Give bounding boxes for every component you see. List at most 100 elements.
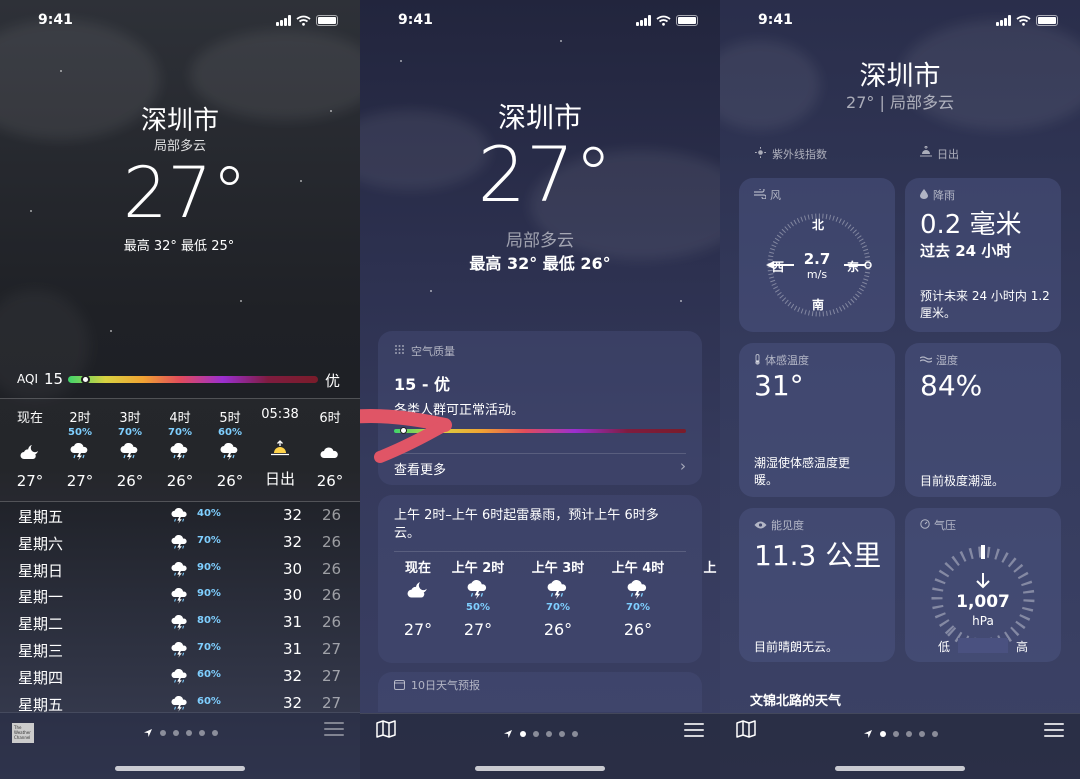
home-indicator <box>115 766 245 771</box>
day-name: 星期日 <box>18 561 64 580</box>
feels-title: 体感温度 <box>765 354 809 367</box>
weather-screen-left: 9:41 深圳市 局部多云 27° 最高 32° 最低 25° AQI 15 优… <box>0 0 360 779</box>
sunrise-icon <box>920 146 932 157</box>
day-low: 26 <box>322 586 342 605</box>
thunderstorm-icon <box>467 580 487 600</box>
wind-unit: m/s <box>806 268 828 281</box>
daily-row[interactable]: 星期一 90% 30 26 <box>0 586 360 613</box>
calendar-icon <box>394 680 405 690</box>
thermometer-icon <box>755 354 760 365</box>
uv-title: 紫外线指数 <box>772 148 827 161</box>
hi-lo: 最高 32° 最低 26° <box>469 254 611 273</box>
day-precip: 70% <box>197 534 221 546</box>
hour-time: 现在 <box>16 411 43 426</box>
pressure-title: 气压 <box>934 519 956 532</box>
day-high: 32 <box>283 666 303 685</box>
condition: 局部多云 <box>506 231 574 251</box>
hour-temp: 26° <box>543 620 573 639</box>
daily-row[interactable]: 星期五 40% 32 26 <box>0 506 360 533</box>
day-precip: 70% <box>197 642 221 653</box>
wind-card[interactable]: 风 北 南 西 东 2.7 m/s <box>739 178 895 332</box>
home-indicator <box>475 766 605 771</box>
thunderstorm-icon <box>171 695 187 712</box>
rain-title: 降雨 <box>933 189 955 202</box>
hourly-item: 2时 50% 27° <box>55 407 105 490</box>
hour-precip: 70% <box>546 602 570 613</box>
subtitle: 27° | 局部多云 <box>846 93 954 112</box>
daily-row[interactable]: 星期四 60% 32 27 <box>0 667 360 694</box>
day-precip: 60% <box>197 668 221 680</box>
day-high: 32 <box>283 693 303 712</box>
aqi-bar <box>68 375 318 384</box>
ten-day-title: 10日天气预报 <box>411 679 480 692</box>
daily-row[interactable]: 星期二 80% 31 26 <box>0 613 360 640</box>
visibility-card[interactable]: 能见度 11.3 公里 目前晴朗无云。 <box>739 508 895 662</box>
status-bar: 9:41 <box>0 12 360 32</box>
raindrop-icon <box>920 189 928 199</box>
location-weather-title: 文锦北路的天气 <box>750 694 842 709</box>
hour-temp: 26° <box>216 472 244 490</box>
wind-speed: 2.7 <box>803 250 831 268</box>
wind-title: 风 <box>770 189 781 202</box>
pressure-high: 高 <box>1016 640 1029 654</box>
aqi-grade: 优 <box>325 372 341 390</box>
status-time: 9:41 <box>38 12 73 28</box>
hour-precip: 50% <box>68 427 92 438</box>
hour-time: 6时 <box>319 411 341 426</box>
home-indicator <box>835 766 965 771</box>
day-precip: 90% <box>197 588 221 600</box>
status-time: 9:41 <box>758 12 793 28</box>
day-high: 31 <box>283 613 303 632</box>
sunrise-icon <box>271 440 289 456</box>
partly-cloudy-night-icon <box>20 445 38 459</box>
hour-precip <box>670 602 720 615</box>
wifi-icon <box>656 15 671 26</box>
humidity-card[interactable]: 湿度 84% 目前极度潮湿。 <box>905 343 1061 497</box>
daily-row[interactable]: 星期日 90% 30 26 <box>0 560 360 587</box>
hourly-card[interactable]: 上午 2时–上午 6时起雷暴雨，预计上午 6时多云。 现在 27° 上午 2时 50%… <box>378 495 717 663</box>
cloud-icon <box>320 447 338 458</box>
hourly-item: 现在 27° <box>5 407 55 490</box>
weather-screen-middle: 9:41 深圳市 27° 局部多云 最高 32° 最低 26° 空气质量 15 … <box>360 0 720 779</box>
weather-screen-right: 9:41 深圳市 27° | 局部多云 紫外线指数 日出 风 北 南 西 东 2… <box>720 0 1080 779</box>
hourly-item: 3时 70% 26° <box>105 407 155 490</box>
ten-day-card[interactable]: 10日天气预报 <box>378 672 702 712</box>
thunderstorm-icon <box>170 443 188 461</box>
hourly-item: 05:38 日出 <box>255 407 305 489</box>
thunderstorm-icon <box>627 580 647 600</box>
hourly-forecast[interactable]: 现在 27° 2时 50% 27° 3时 70% 26° 4时 70% 26° 5时 60% 26° 05:… <box>0 398 360 502</box>
day-low: 26 <box>322 613 342 632</box>
day-precip: 90% <box>197 561 221 573</box>
list-icon[interactable] <box>324 722 344 736</box>
day-low: 27 <box>322 666 342 685</box>
daily-row[interactable]: 星期六 70% 32 26 <box>0 533 360 560</box>
swipe-arrow-icon <box>360 409 452 463</box>
forecast-summary: 上午 2时–上午 6时起雷暴雨，预计上午 6时多云。 <box>394 508 659 541</box>
daily-row[interactable]: 星期三 70% 31 27 <box>0 640 360 667</box>
hour-time: 05:38 <box>261 407 299 422</box>
thunderstorm-icon <box>171 668 187 685</box>
hour-precip <box>255 423 305 436</box>
chevron-right-icon[interactable]: › <box>680 457 686 475</box>
location-arrow-icon <box>863 730 872 738</box>
list-icon[interactable] <box>1044 723 1064 737</box>
current-temp: 27° <box>122 152 248 234</box>
feels-like-card[interactable]: 体感温度 31° 潮湿使体感温度更暖。 <box>739 343 895 497</box>
status-bar: 9:41 <box>720 12 1080 32</box>
hour-time: 5时 <box>219 411 241 426</box>
day-high: 31 <box>283 640 303 658</box>
day-low: 26 <box>322 506 342 524</box>
location-arrow-icon <box>503 730 512 738</box>
gauge-icon <box>920 519 930 529</box>
hi-lo: 最高 32° 最低 25° <box>123 239 235 254</box>
hour-time: 3时 <box>119 411 141 426</box>
day-high: 32 <box>283 506 303 524</box>
pressure-card[interactable]: 气压 1,007 hPa 低 高 <box>905 508 1061 662</box>
day-name: 星期四 <box>18 668 64 687</box>
aq-value: 15 - 优 <box>394 375 451 394</box>
rainfall-card[interactable]: 降雨 0.2 毫米 过去 24 小时 预计未来 24 小时内 1.2 厘米。 <box>905 178 1061 332</box>
list-icon[interactable] <box>684 723 704 737</box>
hour-precip: 50% <box>466 602 490 613</box>
day-precip: 80% <box>197 615 221 627</box>
thunderstorm-icon <box>220 443 238 461</box>
